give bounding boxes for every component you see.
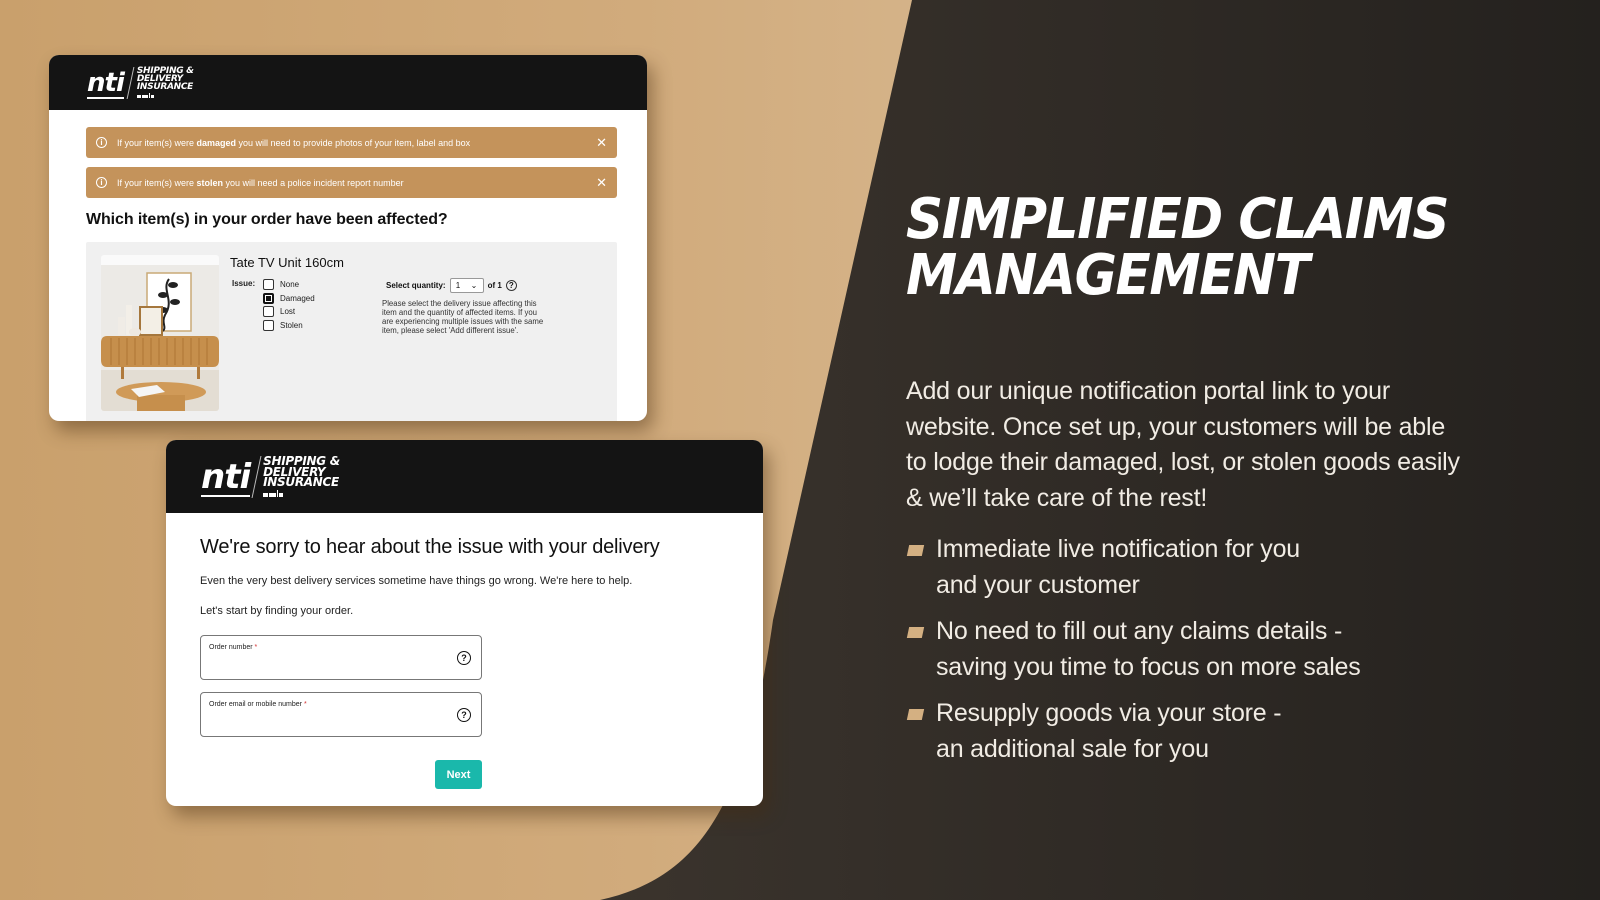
intro-paragraph: Add our unique notification portal link … bbox=[906, 377, 1460, 512]
feature-item: Resupply goods via your store - an addit… bbox=[906, 696, 1466, 767]
feature-item: No need to fill out any claims details -… bbox=[906, 614, 1466, 685]
logo-text: SHIPPING & DELIVERY INSURANCE bbox=[263, 453, 340, 490]
order-lookup-screenshot: nti SHIPPING & DELIVERY INSURANCE We're … bbox=[166, 440, 763, 806]
checkbox[interactable] bbox=[263, 279, 274, 291]
nti-logo: nti SHIPPING & DELIVERY INSURANCE bbox=[201, 453, 340, 498]
order-number-field[interactable]: Order number * ? bbox=[200, 635, 482, 680]
chevron-down-icon: ⌄ bbox=[470, 281, 478, 290]
damaged-alert: i If your item(s) were damaged you will … bbox=[86, 127, 617, 158]
quantity-of: of 1 bbox=[487, 281, 502, 290]
info-icon: i bbox=[96, 177, 107, 188]
logo-mark: nti bbox=[201, 456, 251, 497]
lookup-title: We're sorry to hear about the issue with… bbox=[200, 536, 660, 558]
issue-option-lost[interactable]: Lost bbox=[263, 305, 343, 319]
feature-list: Immediate live notification for you and … bbox=[906, 532, 1466, 778]
quantity-select[interactable]: 1 ⌄ bbox=[449, 278, 484, 293]
quantity-help-text: Please select the delivery issue affecti… bbox=[382, 299, 544, 335]
help-icon[interactable]: ? bbox=[505, 280, 517, 291]
issue-option-stolen[interactable]: Stolen bbox=[263, 319, 343, 333]
quantity-row: Select quantity: 1 ⌄ of 1 ? bbox=[386, 278, 517, 293]
info-icon: i bbox=[96, 137, 107, 148]
logo-mark: nti bbox=[87, 67, 125, 99]
product-image bbox=[101, 255, 219, 411]
checkbox[interactable] bbox=[263, 306, 274, 318]
alert-text: If your item(s) were stolen you will nee… bbox=[117, 177, 404, 188]
checkbox-checked[interactable] bbox=[263, 292, 274, 304]
lookup-subtitle: Even the very best delivery services som… bbox=[200, 575, 633, 587]
alert-text: If your item(s) were damaged you will ne… bbox=[117, 137, 471, 148]
next-button[interactable]: Next bbox=[435, 760, 482, 789]
logo-divider bbox=[251, 455, 262, 498]
help-icon[interactable]: ? bbox=[457, 708, 471, 722]
close-icon[interactable]: ✕ bbox=[596, 135, 607, 151]
order-email-field[interactable]: Order email or mobile number * ? bbox=[200, 692, 482, 737]
tv-unit-photo bbox=[101, 265, 219, 411]
bullet-icon bbox=[906, 545, 925, 556]
issue-option-none[interactable]: None bbox=[263, 278, 343, 292]
product-title: Tate TV Unit 160cm bbox=[230, 255, 344, 270]
issue-option-damaged[interactable]: Damaged bbox=[263, 292, 343, 306]
claim-item-screenshot: nti SHIPPING & DELIVERY INSURANCE i If y… bbox=[49, 55, 647, 421]
app-header: nti SHIPPING & DELIVERY INSURANCE bbox=[49, 55, 647, 110]
lookup-prompt: Let's start by finding your order. bbox=[200, 605, 354, 617]
logo-bars-icon bbox=[263, 490, 340, 498]
close-icon[interactable]: ✕ bbox=[596, 175, 607, 191]
logo-text: SHIPPING & DELIVERY INSURANCE bbox=[136, 65, 194, 93]
help-icon[interactable]: ? bbox=[457, 651, 471, 665]
order-item-card: Tate TV Unit 160cm Issue: None Damaged L… bbox=[86, 242, 617, 421]
bullet-icon bbox=[906, 627, 925, 638]
field-label: Order email or mobile number * bbox=[209, 701, 307, 708]
bullet-icon bbox=[906, 709, 925, 720]
logo-divider bbox=[126, 66, 135, 99]
nti-logo: nti SHIPPING & DELIVERY INSURANCE bbox=[87, 65, 194, 99]
issue-label: Issue: bbox=[232, 279, 256, 288]
checkbox[interactable] bbox=[263, 319, 274, 331]
stolen-alert: i If your item(s) were stolen you will n… bbox=[86, 167, 617, 198]
headline: SIMPLIFIED CLAIMS MANAGEMENT bbox=[906, 187, 1450, 308]
feature-item: Immediate live notification for you and … bbox=[906, 532, 1466, 603]
quantity-label: Select quantity: bbox=[386, 281, 446, 290]
affected-items-question: Which item(s) in your order have been af… bbox=[86, 211, 448, 228]
logo-bars-icon bbox=[136, 93, 194, 99]
app-header: nti SHIPPING & DELIVERY INSURANCE bbox=[166, 440, 763, 513]
field-label: Order number * bbox=[209, 644, 258, 651]
